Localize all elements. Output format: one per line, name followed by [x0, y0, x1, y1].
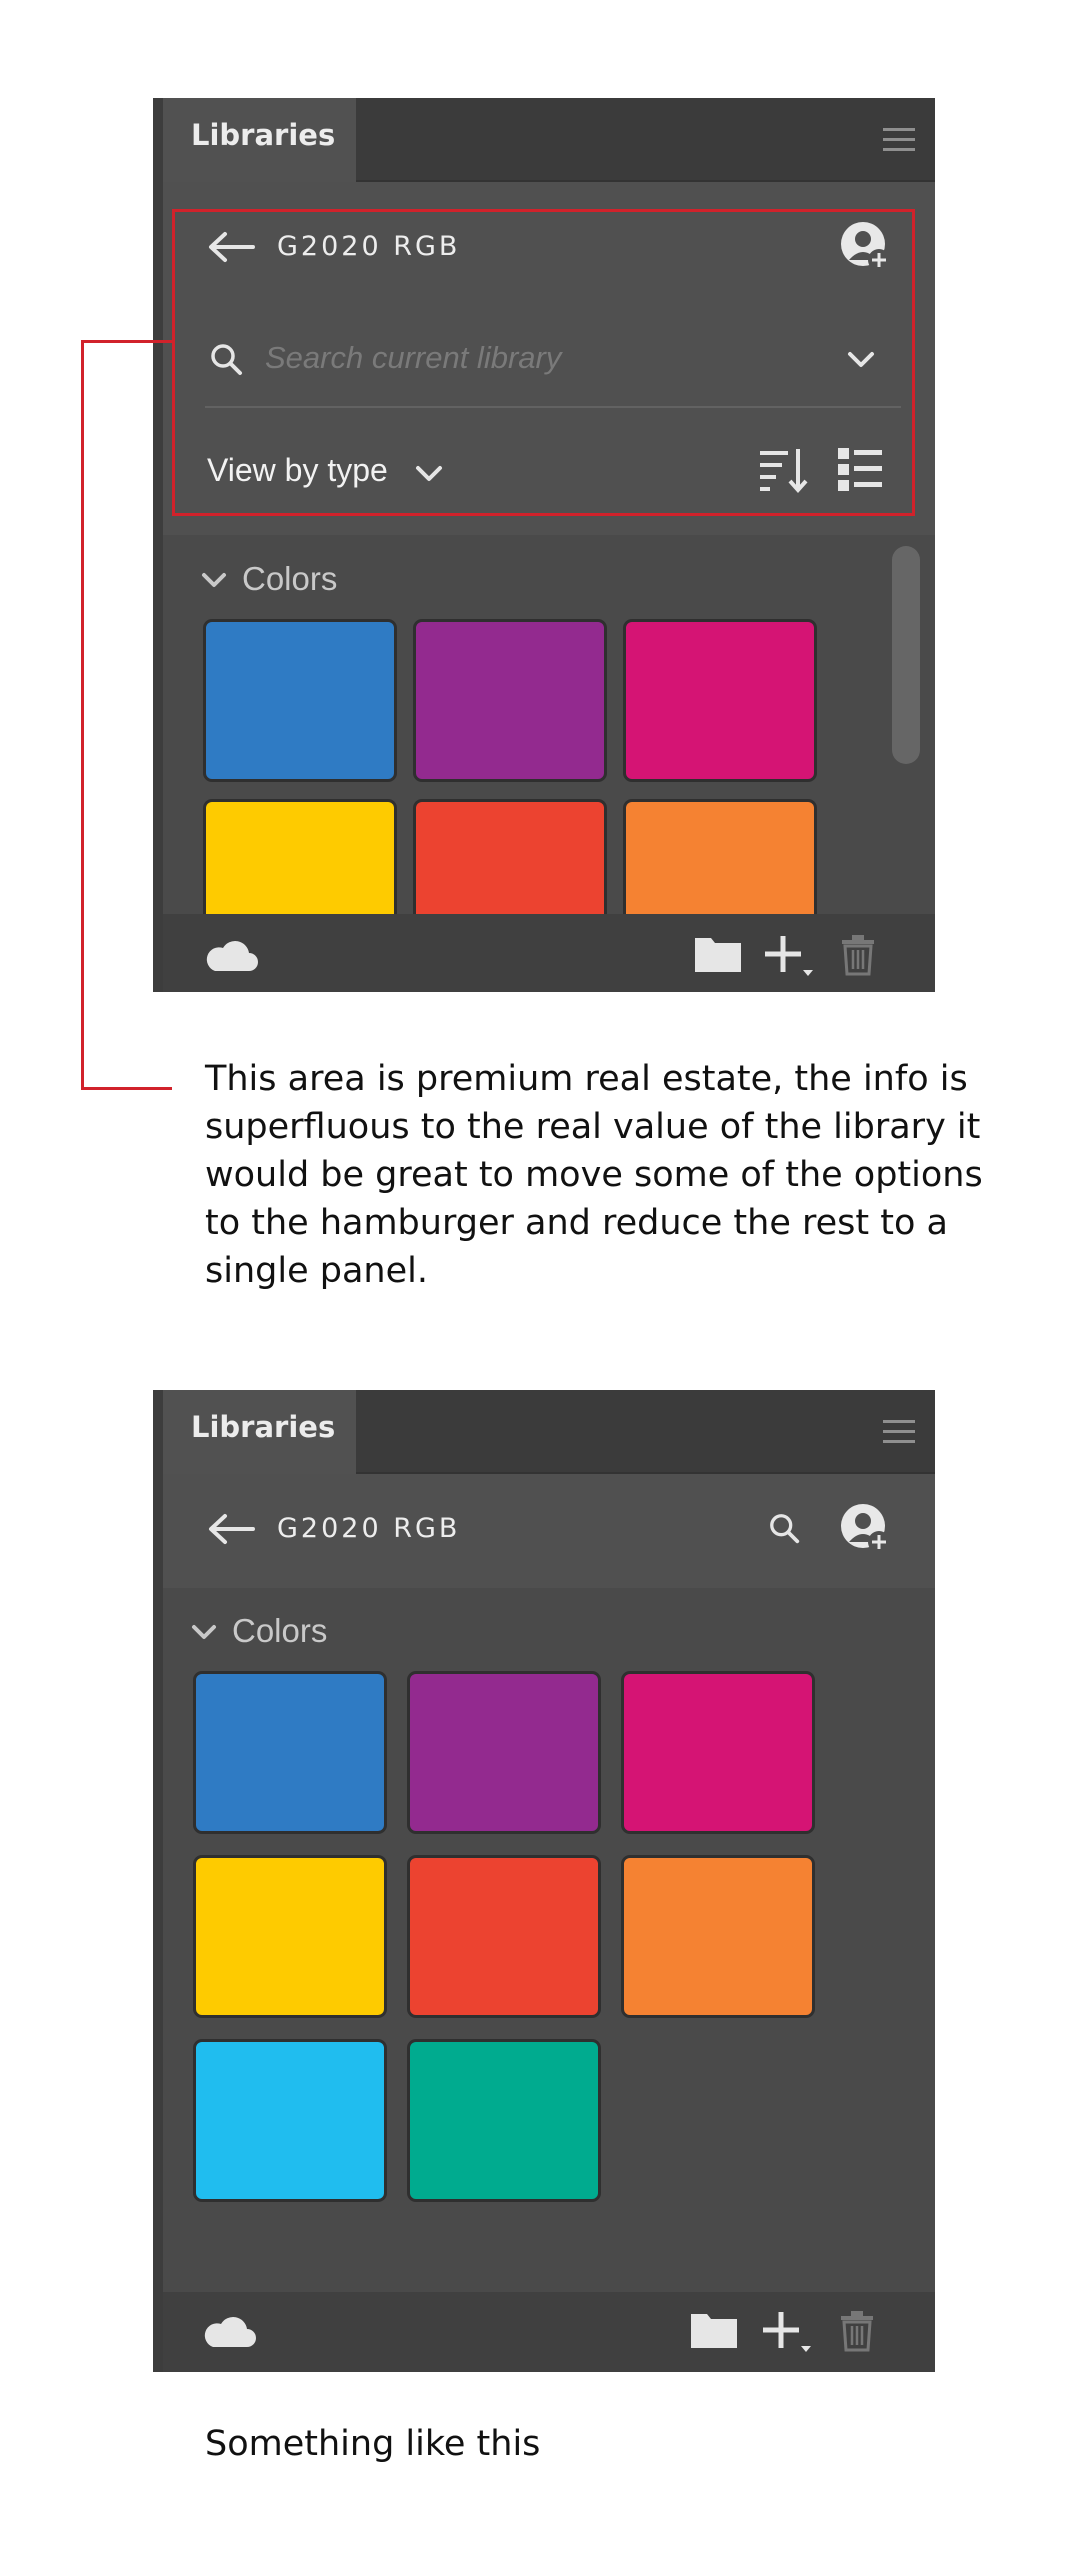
colors-section-title: Colors: [232, 1612, 328, 1649]
color-swatch[interactable]: [203, 619, 397, 782]
color-swatch[interactable]: [413, 799, 607, 914]
trash-icon[interactable]: [839, 2310, 875, 2352]
cloud-icon[interactable]: [201, 2314, 257, 2348]
annotation-line-top: [81, 340, 174, 343]
color-swatch[interactable]: [621, 1671, 815, 1834]
trash-icon[interactable]: [840, 934, 876, 976]
color-swatch[interactable]: [193, 1671, 387, 1834]
color-swatch[interactable]: [193, 1855, 387, 2018]
caption-text: Something like this: [205, 2424, 541, 2464]
library-header: G2020 RGB: [163, 1474, 935, 1588]
color-swatch[interactable]: [623, 619, 817, 782]
back-arrow-icon[interactable]: [207, 1512, 255, 1546]
annotation-line-vertical: [81, 340, 84, 1089]
tab-libraries-label: Libraries: [191, 1410, 336, 1444]
colors-section-title: Colors: [242, 560, 338, 597]
color-swatch[interactable]: [407, 1855, 601, 2018]
panel-tab-bar: Libraries: [163, 1390, 935, 1474]
cloud-icon[interactable]: [203, 938, 259, 972]
tab-libraries[interactable]: Libraries: [163, 98, 356, 182]
scrollbar-thumb[interactable]: [892, 546, 920, 764]
color-swatch[interactable]: [413, 619, 607, 782]
tab-libraries[interactable]: Libraries: [163, 1390, 356, 1474]
collapse-chevron-icon[interactable]: [201, 572, 227, 590]
search-icon[interactable]: [768, 1512, 802, 1546]
annotation-text: This area is premium real estate, the in…: [205, 1059, 983, 1291]
hamburger-menu-icon[interactable]: [883, 128, 915, 152]
library-name: G2020 RGB: [277, 1513, 461, 1544]
annotation-line-bottom: [81, 1087, 172, 1090]
add-icon[interactable]: [763, 934, 815, 978]
color-swatch[interactable]: [407, 1671, 601, 1834]
color-swatch[interactable]: [203, 799, 397, 914]
add-icon[interactable]: [761, 2310, 813, 2354]
panel-footer: [163, 2292, 935, 2372]
folder-icon[interactable]: [689, 2310, 739, 2350]
panel-tab-bar: Libraries: [163, 98, 935, 182]
color-swatch[interactable]: [623, 799, 817, 914]
color-swatch[interactable]: [407, 2039, 601, 2202]
collapse-chevron-icon[interactable]: [191, 1624, 217, 1642]
color-swatch[interactable]: [193, 2039, 387, 2202]
folder-icon[interactable]: [693, 934, 743, 974]
color-swatch[interactable]: [621, 1855, 815, 2018]
panel-footer: [163, 914, 935, 992]
add-user-icon[interactable]: [839, 1502, 893, 1556]
libraries-panel-proposed: Libraries G2020 RGB Colors: [153, 1390, 935, 2372]
hamburger-menu-icon[interactable]: [883, 1420, 915, 1444]
tab-libraries-label: Libraries: [191, 118, 336, 152]
highlight-box: [172, 209, 915, 516]
